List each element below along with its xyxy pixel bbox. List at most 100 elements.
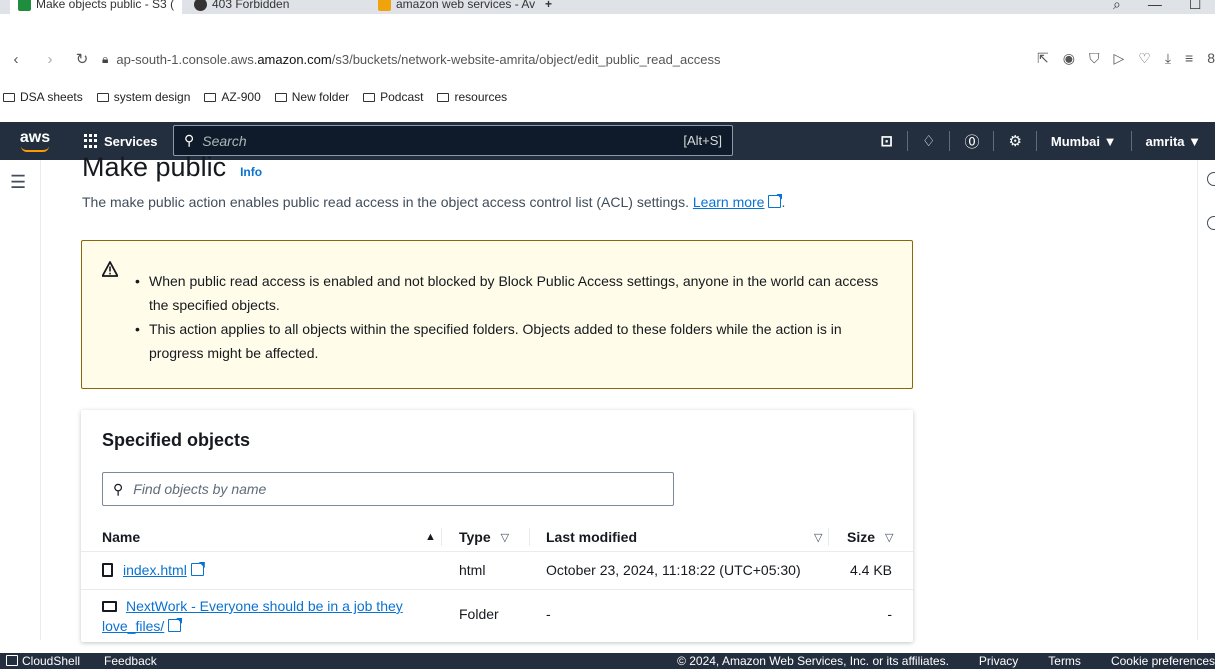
- external-link-icon: [190, 563, 204, 576]
- column-header-size[interactable]: Size ▽: [847, 529, 893, 545]
- download-icon[interactable]: ⤓: [1165, 50, 1171, 67]
- column-header-name[interactable]: Name ▲: [102, 529, 436, 545]
- region-selector[interactable]: Mumbai ▼: [1035, 131, 1131, 151]
- notifications-bell-icon[interactable]: ♢: [906, 131, 949, 151]
- table-header: Name ▲ Type ▽ Last modified ▽ Size ▽: [81, 524, 913, 552]
- terms-link[interactable]: Terms: [1048, 654, 1081, 668]
- menu-lines-icon[interactable]: ≡: [1185, 50, 1193, 67]
- browser-tab-forbidden[interactable]: 403 Forbidden: [194, 0, 289, 14]
- heart-icon[interactable]: ♡: [1138, 50, 1151, 67]
- search-favicon-icon: [378, 0, 391, 11]
- external-link-icon: [768, 195, 782, 208]
- sidebar-divider: [40, 160, 41, 640]
- browser-tab-s3[interactable]: Make objects public - S3 (: [10, 0, 183, 14]
- plus-icon: +: [545, 0, 553, 11]
- bookmark-system-design[interactable]: system design: [96, 90, 190, 104]
- folder-icon: [437, 92, 450, 102]
- window-controls: ⌕ — ☐: [1113, 0, 1201, 14]
- column-divider: [828, 528, 829, 546]
- folder-icon: [3, 92, 15, 102]
- globe-favicon-icon: [194, 0, 207, 11]
- s3-favicon-icon: [18, 0, 31, 11]
- warning-alert: When public read access is enabled and n…: [81, 240, 913, 389]
- table-row: NextWork - Everyone should be in a job t…: [81, 596, 913, 642]
- hamburger-menu-icon[interactable]: ☰: [10, 172, 26, 193]
- browser-toolbar-icons: ⇱ ◉ ⛉ ▷ ♡ ⤓ ≡ 8: [1037, 50, 1215, 67]
- column-divider: [529, 528, 530, 546]
- specified-objects-panel: Specified objects ⚲ Find objects by name…: [81, 410, 913, 642]
- column-divider: [441, 528, 442, 546]
- profile-icon[interactable]: 8: [1207, 50, 1215, 67]
- cookie-preferences-link[interactable]: Cookie preferences: [1111, 654, 1215, 668]
- bookmark-dsa-sheets[interactable]: DSA sheets: [3, 90, 83, 104]
- cloudshell-icon[interactable]: ⊡: [866, 131, 907, 151]
- url-field[interactable]: ap-south-1.console.aws.amazon.com/s3/buc…: [116, 52, 720, 67]
- folder-icon: [274, 92, 287, 102]
- search-icon: ⚲: [113, 480, 124, 497]
- column-header-type[interactable]: Type ▽: [459, 529, 509, 545]
- search-tabs-icon[interactable]: ⌕: [1113, 0, 1121, 13]
- object-name-cell: NextWork - Everyone should be in a job t…: [102, 596, 432, 636]
- browser-tab-search[interactable]: amazon web services - Av: [378, 0, 535, 14]
- help-icon[interactable]: ⓪: [949, 131, 993, 151]
- sort-icon[interactable]: ▽: [501, 531, 509, 544]
- back-arrow-icon[interactable]: ‹: [6, 51, 26, 68]
- cloudshell-button[interactable]: CloudShell: [6, 654, 80, 668]
- bookmark-podcast[interactable]: Podcast: [363, 90, 423, 104]
- object-name-cell: index.html: [102, 562, 204, 578]
- sort-icon[interactable]: ▽: [885, 531, 893, 544]
- minimize-icon[interactable]: —: [1148, 0, 1162, 12]
- browser-tab-label: amazon web services - Av: [396, 0, 536, 11]
- object-type-cell: Folder: [459, 606, 499, 622]
- bookmark-resources[interactable]: resources: [437, 90, 507, 104]
- info-panel-icon[interactable]: [1207, 172, 1215, 186]
- share-icon[interactable]: ⇱: [1037, 50, 1049, 67]
- aws-nav-right: ⊡ ♢ ⓪ ⚙ Mumbai ▼ amrita ▼: [866, 122, 1215, 160]
- grid-icon: [84, 134, 98, 148]
- sort-icon[interactable]: ▽: [814, 531, 822, 544]
- settings-gear-icon[interactable]: ⚙: [993, 131, 1035, 151]
- reload-icon[interactable]: ↻: [72, 50, 92, 68]
- maximize-icon[interactable]: ☐: [1189, 0, 1202, 13]
- privacy-link[interactable]: Privacy: [979, 654, 1018, 668]
- shield-icon[interactable]: ⛉: [1089, 50, 1100, 67]
- folder-icon: [363, 92, 376, 102]
- info-link[interactable]: Info: [240, 165, 262, 179]
- object-link[interactable]: index.html: [123, 562, 204, 578]
- bookmark-new-folder[interactable]: New folder: [274, 90, 349, 104]
- terminal-icon: [6, 655, 18, 666]
- object-size-cell: -: [887, 606, 892, 622]
- screenshot-icon[interactable]: ◉: [1063, 50, 1075, 67]
- warning-item: When public read access is enabled and n…: [135, 269, 895, 317]
- forward-arrow-icon[interactable]: ›: [40, 51, 60, 68]
- right-tools-rail: [1197, 160, 1215, 640]
- lock-icon[interactable]: 🔒︎: [102, 52, 108, 67]
- aws-smile-icon: [21, 146, 49, 152]
- column-header-last-modified[interactable]: Last modified ▽: [546, 529, 822, 545]
- aws-logo[interactable]: aws: [0, 129, 70, 152]
- find-objects-search-input[interactable]: ⚲ Find objects by name: [102, 472, 674, 506]
- learn-more-link[interactable]: Learn more: [693, 194, 782, 210]
- copyright-text: © 2024, Amazon Web Services, Inc. or its…: [677, 654, 949, 668]
- object-modified-cell: October 23, 2024, 11:18:22 (UTC+05:30): [546, 562, 801, 578]
- object-type-cell: html: [459, 562, 486, 578]
- address-bar: ‹ › ↻ 🔒︎ ap-south-1.console.aws.amazon.c…: [0, 44, 1215, 74]
- external-link-icon: [168, 619, 182, 632]
- account-menu[interactable]: amrita ▼: [1130, 131, 1215, 151]
- search-icon: ⚲: [184, 132, 195, 148]
- feedback-panel-icon[interactable]: [1207, 216, 1215, 230]
- browser-tab-label: Make objects public - S3 (: [36, 0, 175, 11]
- services-menu-button[interactable]: Services: [84, 134, 158, 149]
- page-description: The make public action enables public re…: [82, 194, 786, 210]
- warning-item: This action applies to all objects withi…: [135, 317, 895, 365]
- feedback-link[interactable]: Feedback: [104, 654, 157, 668]
- new-tab-button[interactable]: +: [545, 0, 552, 14]
- send-icon[interactable]: ▷: [1113, 50, 1124, 67]
- folder-icon: [102, 601, 117, 612]
- sort-ascending-icon[interactable]: ▲: [425, 531, 436, 543]
- object-link[interactable]: NextWork - Everyone should be in a job t…: [102, 598, 403, 634]
- warning-triangle-icon: [102, 261, 118, 277]
- browser-tab-label: 403 Forbidden: [212, 0, 290, 11]
- browser-tab-strip: Make objects public - S3 ( 403 Forbidden…: [0, 0, 1215, 14]
- bookmark-az-900[interactable]: AZ-900: [204, 90, 261, 104]
